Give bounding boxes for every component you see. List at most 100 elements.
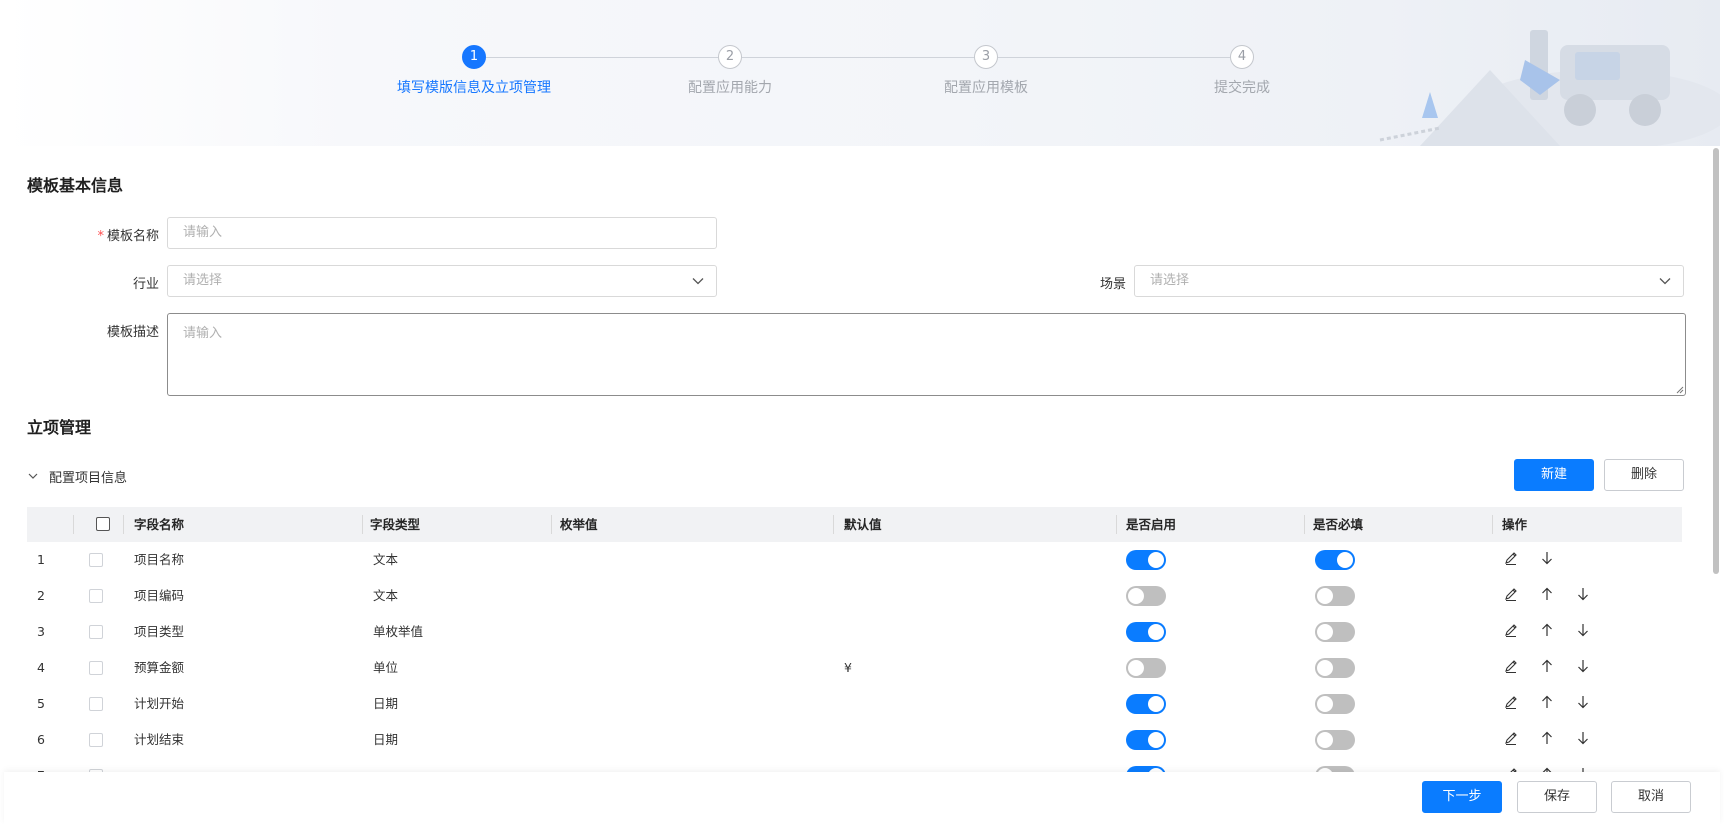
arrow-down-icon[interactable] [1575,622,1591,638]
row-checkbox[interactable] [89,733,103,747]
edit-icon[interactable] [1503,694,1519,710]
industry-select[interactable]: 请选择 [167,265,717,297]
required-toggle[interactable] [1315,586,1355,606]
field-name: 计划结束 [134,732,185,747]
table-row[interactable]: 7 [27,758,1682,772]
enabled-toggle[interactable] [1126,658,1166,678]
column-divider [73,515,74,534]
row-checkbox[interactable] [89,625,103,639]
table-row[interactable]: 5 计划开始 日期 [27,686,1682,722]
edit-icon[interactable] [1503,658,1519,674]
required-toggle[interactable] [1315,550,1355,570]
table-header: 字段名称 字段类型 枚举值 默认值 是否启用 是否必填 操作 [27,507,1682,542]
edit-icon[interactable] [1503,730,1519,746]
enabled-toggle[interactable] [1126,694,1166,714]
collapse-label: 配置项目信息 [49,470,128,486]
save-button[interactable]: 保存 [1517,781,1597,813]
col-enum-values: 枚举值 [560,517,598,532]
scrollbar-thumb[interactable] [1713,148,1719,574]
row-checkbox[interactable] [89,661,103,675]
arrow-down-icon[interactable] [1575,694,1591,710]
row-index: 6 [37,732,45,747]
arrow-up-icon[interactable] [1539,658,1555,674]
column-divider [1492,515,1493,534]
edit-icon[interactable] [1503,622,1519,638]
required-toggle[interactable] [1315,658,1355,678]
edit-icon[interactable] [1503,586,1519,602]
industry-label: 行业 [132,277,159,292]
step-number: 4 [1230,45,1254,69]
fields-table: 字段名称 字段类型 枚举值 默认值 是否启用 是否必填 操作 1 项目名称 文本 2 项… [27,507,1682,772]
required-toggle[interactable] [1315,622,1355,642]
step-number: 1 [462,45,486,69]
field-type: 文本 [373,588,399,603]
required-toggle[interactable] [1315,730,1355,750]
table-row[interactable]: 3 项目类型 单枚举值 [27,614,1682,650]
select-all-checkbox[interactable] [96,517,110,531]
arrow-up-icon[interactable] [1539,730,1555,746]
main-content: 模板基本信息 * 模板名称 请输入 行业 请选择 场景 请选择 模板描述 请输入 … [4,146,1706,772]
table-row[interactable]: 4 预算金额 单位 ¥ [27,650,1682,686]
field-name: 项目编码 [134,588,185,603]
row-index: 7 [37,758,45,772]
enabled-toggle[interactable] [1126,550,1166,570]
arrow-down-icon[interactable] [1575,658,1591,674]
field-name: 预算金额 [134,660,185,675]
resize-handle-icon[interactable] [1674,384,1684,394]
arrow-up-icon[interactable] [1539,586,1555,602]
step-2: 2 配置应用能力 [620,45,840,97]
field-name: 项目名称 [134,552,185,567]
enabled-toggle[interactable] [1126,730,1166,750]
scene-select[interactable]: 请选择 [1134,265,1684,297]
column-divider [362,515,363,534]
scene-label: 场景 [1099,277,1126,292]
project-management-title: 立项管理 [27,418,92,437]
enabled-toggle[interactable] [1126,586,1166,606]
page-scrollbar[interactable] [1712,146,1720,772]
column-divider [123,515,124,534]
field-type: 文本 [373,552,399,567]
arrow-up-icon[interactable] [1539,622,1555,638]
next-step-button[interactable]: 下一步 [1422,781,1502,813]
table-row[interactable]: 6 计划结束 日期 [27,722,1682,758]
required-toggle[interactable] [1315,694,1355,714]
step-label: 配置应用模板 [944,80,1028,96]
step-number: 3 [974,45,998,69]
col-field-name: 字段名称 [134,517,185,532]
step-4: 4 提交完成 [1132,45,1352,97]
collapse-project-info[interactable]: 配置项目信息 [27,466,127,486]
step-label: 填写模版信息及立项管理 [397,80,551,96]
row-checkbox[interactable] [89,697,103,711]
cancel-button[interactable]: 取消 [1611,781,1691,813]
field-type: 日期 [373,696,399,711]
steps-header: 1 填写模版信息及立项管理 2 配置应用能力 3 配置应用模板 4 提交完成 [4,0,1720,146]
table-row[interactable]: 2 项目编码 文本 [27,578,1682,614]
row-index: 4 [37,660,45,675]
arrow-down-icon[interactable] [1575,730,1591,746]
steps: 1 填写模版信息及立项管理 2 配置应用能力 3 配置应用模板 4 提交完成 [4,0,1720,146]
new-button[interactable]: 新建 [1514,459,1594,491]
col-enabled: 是否启用 [1126,517,1177,532]
field-name: 项目类型 [134,624,185,639]
edit-icon[interactable] [1503,550,1519,566]
table-row[interactable]: 1 项目名称 文本 [27,542,1682,578]
col-actions: 操作 [1502,517,1528,532]
row-checkbox[interactable] [89,589,103,603]
required-mark: * [97,229,104,244]
description-textarea[interactable]: 请输入 [167,313,1686,396]
col-field-type: 字段类型 [370,517,421,532]
arrow-up-icon[interactable] [1539,694,1555,710]
arrow-down-icon[interactable] [1575,586,1591,602]
footer-bar: 下一步 保存 取消 [4,772,1720,824]
arrow-down-icon[interactable] [1539,550,1555,566]
column-divider [833,515,834,534]
template-name-input[interactable]: 请输入 [167,217,717,249]
col-default-value: 默认值 [844,517,882,532]
row-checkbox[interactable] [89,553,103,567]
enabled-toggle[interactable] [1126,622,1166,642]
delete-button[interactable]: 删除 [1604,459,1684,491]
field-name: 计划开始 [134,696,185,711]
step-1: 1 填写模版信息及立项管理 [364,45,584,97]
row-index: 3 [37,624,45,639]
default-value: ¥ [844,660,852,675]
